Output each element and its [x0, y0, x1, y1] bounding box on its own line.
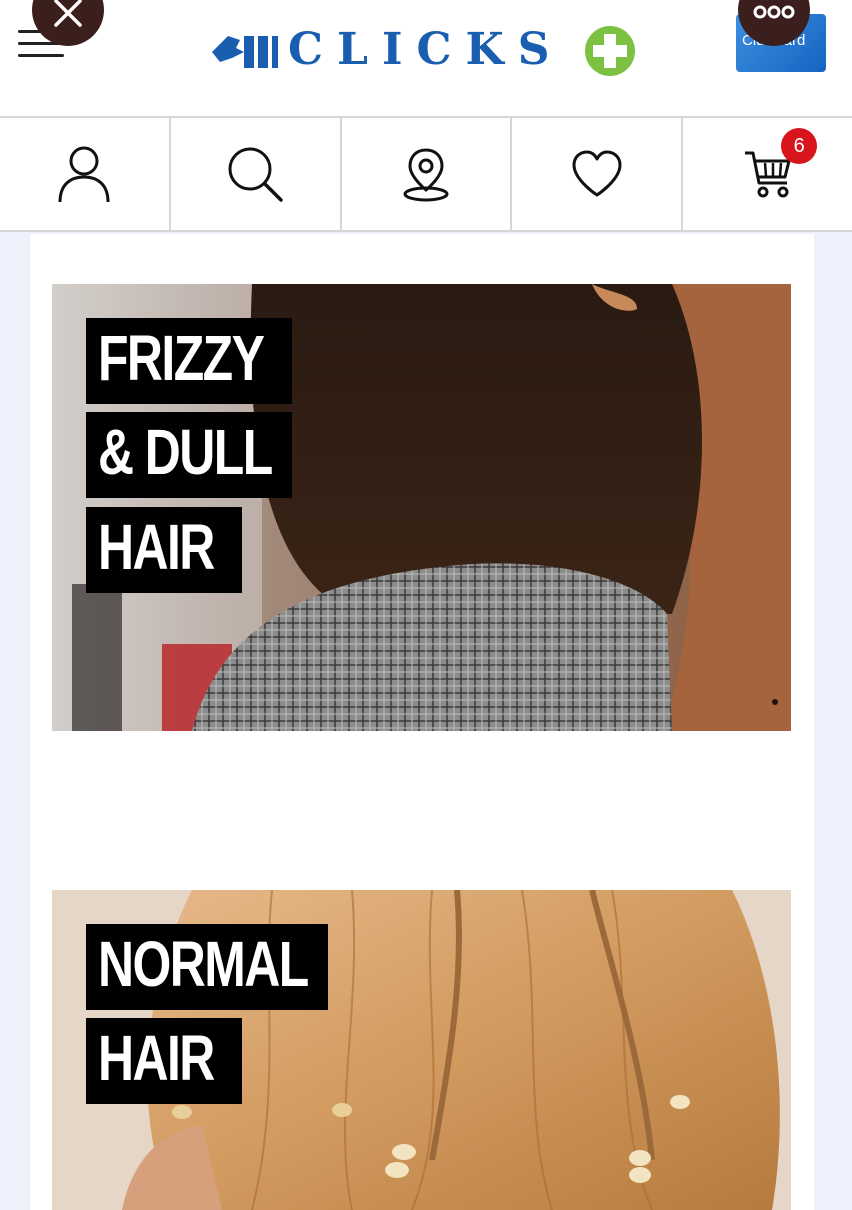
tile-label-line: HAIR [86, 507, 242, 593]
cart-button[interactable]: 6 [683, 118, 852, 230]
heart-icon [572, 150, 622, 197]
quick-nav-bar: 6 [0, 118, 852, 232]
user-icon [58, 146, 110, 203]
search-icon [228, 147, 283, 202]
logo-text: CLICKS [288, 24, 564, 75]
close-button[interactable] [32, 0, 104, 46]
cart-count-badge: 6 [781, 128, 818, 164]
search-button[interactable] [171, 118, 342, 230]
category-tile-normal-hair[interactable]: NORMAL HAIR [52, 890, 791, 1210]
tile-label-line: NORMAL [86, 924, 328, 1010]
account-button[interactable] [0, 118, 171, 230]
tile-label-line: FRIZZY [86, 318, 292, 404]
wishlist-button[interactable] [512, 118, 684, 230]
content-panel: FRIZZY & DULL HAIR NORMAL HAIR [30, 234, 814, 1210]
tile-label-line: & DULL [86, 412, 292, 498]
category-tile-frizzy-dull-hair[interactable]: FRIZZY & DULL HAIR [52, 284, 791, 731]
logo-mark-icon [212, 36, 278, 68]
more-horizontal-icon [753, 5, 795, 19]
clicks-logo[interactable]: CLICKS [210, 22, 650, 80]
tile-label-line: HAIR [86, 1018, 242, 1104]
app-header: CLICKS ClubCard [0, 0, 852, 118]
cross-logo-icon [585, 26, 635, 76]
store-locator-button[interactable] [342, 118, 513, 230]
close-icon [54, 0, 82, 27]
location-pin-icon [403, 148, 449, 202]
more-options-button[interactable] [738, 0, 810, 46]
